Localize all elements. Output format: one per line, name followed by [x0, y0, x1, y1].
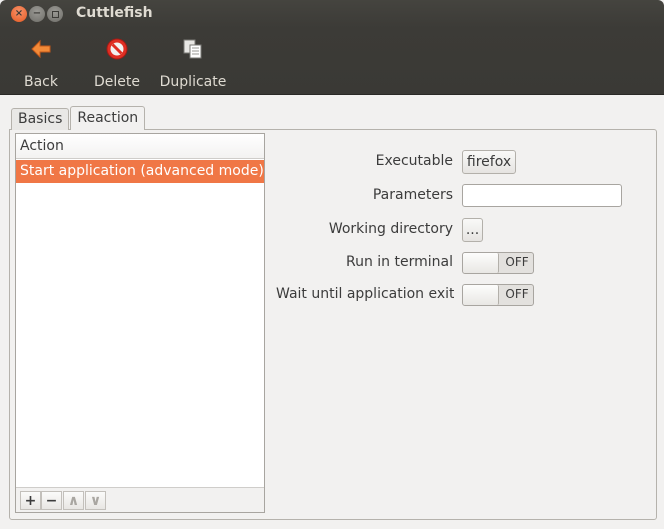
run-in-terminal-switch[interactable]: OFF [462, 252, 534, 274]
action-column-header[interactable]: Action [16, 134, 264, 159]
minus-icon: − [45, 492, 58, 509]
minimize-window-button[interactable]: − [29, 6, 45, 22]
switch-state: OFF [505, 287, 529, 301]
working-directory-button[interactable]: ... [462, 218, 483, 242]
duplicate-button[interactable]: Duplicate [158, 32, 228, 92]
app-window: × − Cuttlefish Back Delete Duplicate Bas… [0, 0, 664, 529]
action-list-toolbar: + − ∧ ∨ [16, 487, 264, 512]
window-title: Cuttlefish [76, 5, 153, 21]
no-entry-icon [104, 36, 130, 62]
delete-label: Delete [94, 74, 140, 90]
tab-reaction[interactable]: Reaction [70, 106, 146, 130]
move-down-button[interactable]: ∨ [85, 491, 106, 510]
wait-until-exits-switch[interactable]: OFF [462, 284, 534, 306]
close-icon: × [14, 8, 24, 19]
switch-knob [463, 285, 499, 305]
back-label: Back [24, 74, 58, 90]
switch-knob [463, 253, 499, 273]
move-up-button[interactable]: ∧ [63, 491, 84, 510]
duplicate-label: Duplicate [159, 74, 227, 90]
parameters-label: Parameters [372, 187, 453, 203]
delete-button[interactable]: Delete [92, 32, 142, 92]
maximize-icon [51, 10, 59, 18]
list-item[interactable]: Start application (advanced mode) [16, 160, 264, 183]
executable-chooser-button[interactable]: firefox [462, 150, 516, 174]
back-button[interactable]: Back [22, 32, 60, 92]
parameters-input[interactable] [462, 184, 622, 207]
back-arrow-icon [28, 36, 54, 62]
action-list: Action Start application (advanced mode)… [15, 133, 265, 513]
close-window-button[interactable]: × [11, 6, 27, 22]
executable-label: Executable [375, 153, 453, 169]
copy-icon [180, 36, 206, 62]
toolbar: Back Delete Duplicate [0, 28, 664, 95]
wait-until-exits-label: Wait until application exits [276, 286, 454, 302]
working-directory-label: Working directory [328, 221, 453, 237]
tab-basics[interactable]: Basics [11, 108, 70, 130]
chevron-down-icon: ∨ [89, 492, 102, 509]
add-action-button[interactable]: + [20, 491, 41, 510]
run-in-terminal-label: Run in terminal [346, 254, 453, 270]
plus-icon: + [24, 492, 37, 509]
title-bar: × − Cuttlefish [0, 0, 664, 28]
minimize-icon: − [32, 8, 42, 19]
maximize-window-button[interactable] [47, 6, 63, 22]
remove-action-button[interactable]: − [41, 491, 62, 510]
tab-bar: Basics Reaction [11, 106, 146, 130]
switch-state: OFF [505, 255, 529, 269]
chevron-up-icon: ∧ [67, 492, 80, 509]
